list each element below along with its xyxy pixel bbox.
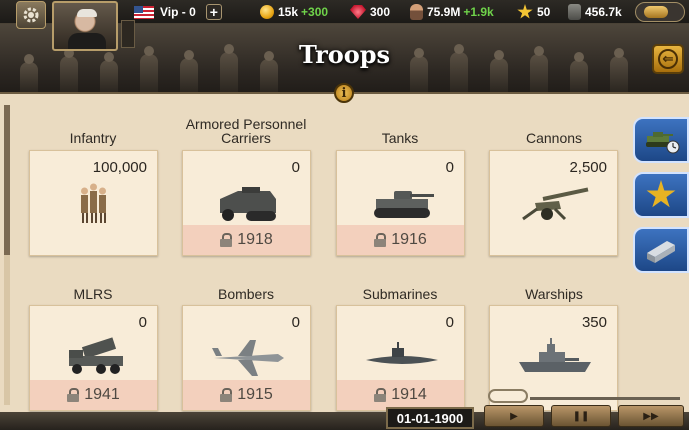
category-label-apc: Armored Personnel Carriers	[185, 116, 307, 146]
game-date: 01-01-1900	[386, 407, 474, 429]
vip-status[interactable]: Vip - 0 +	[134, 2, 222, 22]
unit-count: 0	[445, 159, 454, 176]
usa-flag-icon	[134, 5, 154, 19]
machinery-decoration	[488, 389, 528, 403]
portrait-hair	[77, 9, 97, 17]
star-icon	[517, 4, 533, 19]
category-label-infantry: Infantry	[69, 130, 117, 146]
unit-count: 0	[138, 314, 147, 331]
money-bag-icon	[568, 4, 581, 20]
gold-value: 15k	[278, 5, 299, 19]
category-label-bombers: Bombers	[217, 286, 275, 302]
scrollbar-thumb[interactable]	[4, 105, 10, 255]
unit-count: 0	[291, 159, 300, 176]
gem-icon	[350, 5, 366, 19]
portrait-coat	[68, 33, 106, 49]
warship-icon	[519, 338, 591, 372]
side-meter	[121, 20, 135, 48]
tank-icon	[374, 191, 434, 218]
unit-card-cannons[interactable]: 2,500	[489, 150, 618, 256]
unlock-year: 1914	[391, 386, 427, 403]
money-value: 456.7k	[585, 5, 622, 19]
back-arrow-icon: ⇐	[658, 49, 678, 69]
locked-until-bar: 1914	[337, 380, 464, 410]
tab-land-units[interactable]	[633, 117, 689, 163]
category-label-submarines: Submarines	[362, 286, 438, 302]
cannon-icon	[522, 187, 589, 221]
unlock-year: 1941	[84, 386, 120, 403]
unlock-year: 1916	[391, 231, 427, 248]
gem-resource: 300	[350, 2, 390, 22]
tab-resources[interactable]	[633, 227, 689, 273]
unit-count: 0	[445, 314, 454, 331]
padlock-icon	[220, 233, 233, 247]
category-label-warships: Warships	[525, 286, 583, 302]
tank-clock-icon	[646, 132, 680, 154]
unit-card-apc[interactable]: 0 1918	[182, 150, 311, 256]
unit-count: 350	[581, 314, 607, 331]
star-resource: 50	[517, 2, 550, 22]
gem-value: 300	[370, 5, 391, 19]
gold-resource: 15k +300	[260, 2, 328, 22]
population-resource: 75.9M +1.9k	[410, 2, 494, 22]
unlock-year: 1918	[237, 231, 273, 248]
category-label-mlrs: MLRS	[73, 286, 113, 302]
star-value: 50	[537, 5, 551, 19]
tab-ranks[interactable]	[633, 172, 689, 218]
locked-until-bar: 1915	[183, 380, 310, 410]
leader-portrait[interactable]	[52, 1, 118, 51]
toggle-knob	[644, 6, 668, 18]
vip-label: Vip - 0	[160, 5, 196, 19]
locked-until-bar: 1941	[30, 380, 157, 410]
population-icon	[410, 4, 423, 20]
locked-until-bar: 1918	[183, 225, 310, 255]
submarine-icon	[366, 342, 438, 364]
padlock-icon	[374, 233, 387, 247]
locked-until-bar: 1916	[337, 225, 464, 255]
apc-halftrack-icon	[220, 187, 276, 221]
vip-plus-button[interactable]: +	[205, 4, 222, 20]
rail-decoration	[530, 397, 680, 400]
unit-card-bombers[interactable]: 0 1915	[182, 305, 311, 411]
gold-gain: +300	[301, 5, 329, 19]
settings-button[interactable]	[16, 1, 46, 29]
unit-card-submarines[interactable]: 0 1914	[336, 305, 465, 411]
steel-beam-icon	[647, 241, 675, 263]
unit-count: 0	[291, 314, 300, 331]
infantry-soldiers-icon	[81, 183, 106, 223]
fast-forward-button[interactable]: ▶▶	[618, 405, 684, 427]
unit-card-tanks[interactable]: 0 1916	[336, 150, 465, 256]
population-value: 75.9M	[427, 5, 461, 19]
unit-card-infantry[interactable]: 100,000	[29, 150, 158, 256]
toggle-switch[interactable]	[635, 2, 685, 22]
category-label-cannons: Cannons	[525, 130, 583, 146]
unlock-year: 1915	[237, 386, 273, 403]
money-resource: 456.7k	[568, 2, 622, 22]
population-gain: +1.9k	[463, 5, 494, 19]
gear-icon	[23, 7, 39, 23]
play-button[interactable]: ▶	[484, 405, 544, 427]
padlock-icon	[374, 388, 387, 402]
gold-coin-icon	[260, 5, 274, 19]
back-button[interactable]: ⇐	[652, 44, 684, 74]
bomber-plane-icon	[212, 340, 284, 376]
category-label-tanks: Tanks	[381, 130, 419, 146]
info-button[interactable]: i	[334, 83, 354, 103]
padlock-icon	[220, 388, 233, 402]
padlock-icon	[67, 388, 80, 402]
unit-card-mlrs[interactable]: 0 1941	[29, 305, 158, 411]
unit-count: 100,000	[92, 159, 147, 176]
scrollbar[interactable]	[4, 105, 10, 405]
unit-count: 2,500	[569, 159, 607, 176]
star-icon	[646, 180, 676, 208]
mlrs-truck-icon	[69, 337, 123, 374]
pause-button[interactable]: ❚❚	[551, 405, 611, 427]
